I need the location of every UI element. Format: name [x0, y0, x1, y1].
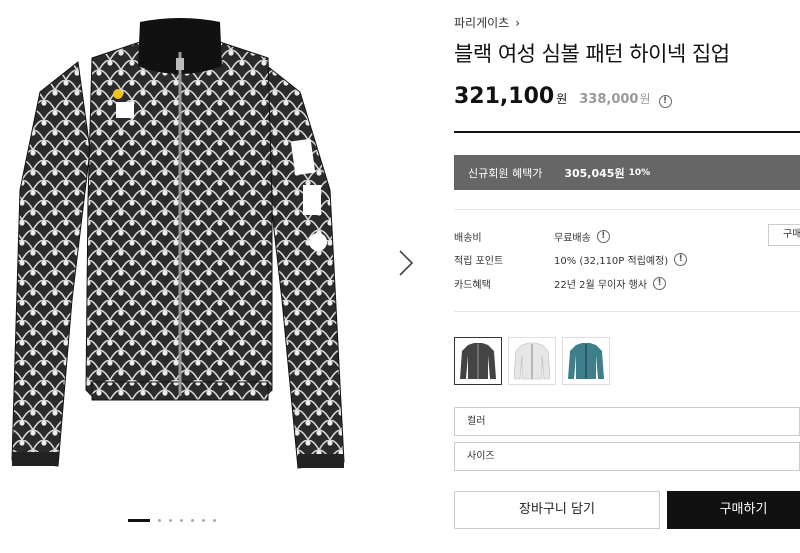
original-price: 338,000 [579, 92, 639, 107]
divider [454, 209, 800, 210]
product-title: 블랙 여성 심볼 패턴 하이넥 집업 [454, 42, 730, 66]
member-benefit-label: 신규회원 혜택가 [468, 166, 543, 180]
brand-link[interactable]: 파리게이츠 › [454, 14, 520, 31]
jacket-thumbnail-icon [568, 343, 604, 379]
brand-name: 파리게이츠 [454, 16, 510, 30]
size-select[interactable]: 사이즈 [454, 442, 800, 471]
gallery-dot[interactable] [202, 519, 205, 522]
next-image-arrow-icon[interactable] [393, 247, 417, 279]
chevron-right-icon: › [515, 15, 521, 30]
points-row: 적립 포인트 10% (32,110P 적립예정) ! [454, 252, 688, 267]
shipping-value: 무료배송 [554, 233, 591, 244]
buy-now-button[interactable]: 구매하기 [667, 491, 800, 529]
color-select[interactable]: 컬러 [454, 407, 800, 436]
side-buy-button[interactable]: 구매하기 [768, 224, 800, 246]
member-benefit-price: 305,045원 [564, 166, 625, 180]
points-value: 10% (32,110P 적립예정) [554, 256, 669, 267]
original-price-unit: 원 [639, 92, 651, 106]
card-benefit-value: 22년 2월 무이자 행사 [554, 280, 648, 291]
gallery-dot[interactable] [169, 519, 172, 522]
gallery-dot[interactable] [158, 519, 161, 522]
gallery-dot[interactable] [180, 519, 183, 522]
divider [454, 131, 800, 133]
card-benefit-row: 카드혜택 22년 2월 무이자 행사 ! [454, 276, 667, 291]
gallery-pagination [128, 519, 216, 522]
jacket-thumbnail-icon [514, 342, 550, 380]
divider [454, 311, 800, 312]
card-benefit-info-icon[interactable]: ! [653, 277, 667, 290]
gallery-dot[interactable] [191, 519, 194, 522]
points-label: 적립 포인트 [454, 256, 504, 267]
shipping-info-icon[interactable]: ! [596, 230, 610, 243]
sale-price-unit: 원 [556, 92, 568, 106]
card-benefit-label: 카드혜택 [454, 280, 491, 291]
swatch-teal[interactable] [562, 337, 610, 385]
shipping-row: 배송비 무료배송 ! [454, 229, 610, 244]
price-row: 321,100 원 338,000 원 ! [454, 84, 672, 109]
shipping-label: 배송비 [454, 233, 482, 244]
gallery-dot[interactable] [213, 519, 216, 522]
product-gallery [0, 0, 420, 553]
sale-price: 321,100 [454, 84, 555, 109]
gallery-dot-active[interactable] [128, 519, 150, 522]
jacket-thumbnail-icon [460, 343, 496, 379]
swatch-black[interactable] [454, 337, 502, 385]
product-info: 파리게이츠 › 블랙 여성 심볼 패턴 하이넥 집업 321,100 원 338… [454, 0, 800, 553]
member-benefit-bar: 신규회원 혜택가 305,045원 10% [454, 155, 800, 190]
member-benefit-percent: 10% [628, 167, 651, 178]
swatch-white[interactable] [508, 337, 556, 385]
add-to-cart-button[interactable]: 장바구니 담기 [454, 491, 660, 529]
points-info-icon[interactable]: ! [674, 253, 688, 266]
product-image [11, 18, 345, 469]
color-swatches [454, 337, 610, 385]
price-info-icon[interactable]: ! [658, 95, 672, 108]
